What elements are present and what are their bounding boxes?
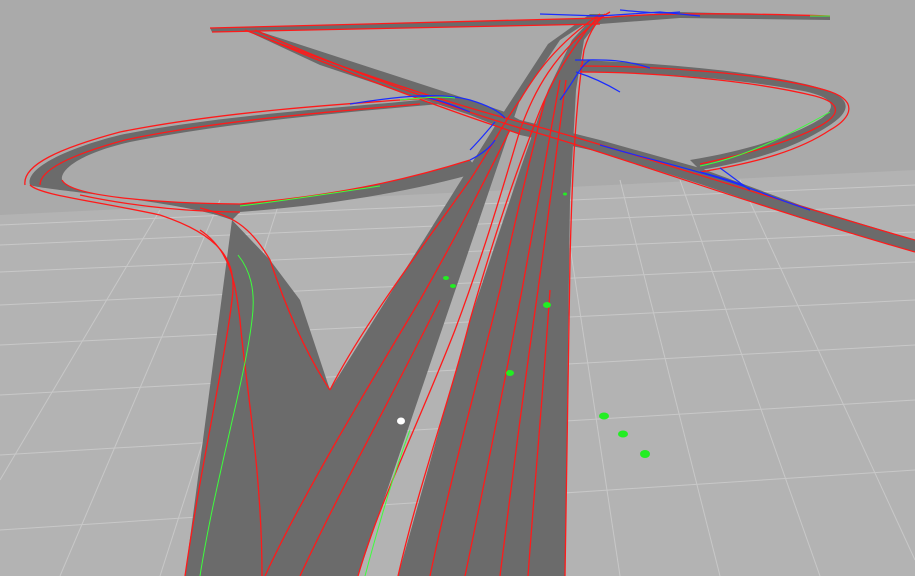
ego-vehicle-marker[interactable]	[397, 417, 405, 425]
marker-green[interactable]	[640, 450, 650, 458]
3d-viewport[interactable]	[0, 0, 915, 576]
marker-green[interactable]	[599, 412, 609, 420]
marker-green[interactable]	[543, 302, 551, 308]
marker-green[interactable]	[563, 192, 567, 196]
marker-green[interactable]	[450, 284, 456, 288]
road-network-scene[interactable]	[0, 0, 915, 576]
marker-green[interactable]	[618, 430, 628, 438]
marker-green[interactable]	[443, 276, 449, 280]
marker-green[interactable]	[506, 370, 514, 376]
